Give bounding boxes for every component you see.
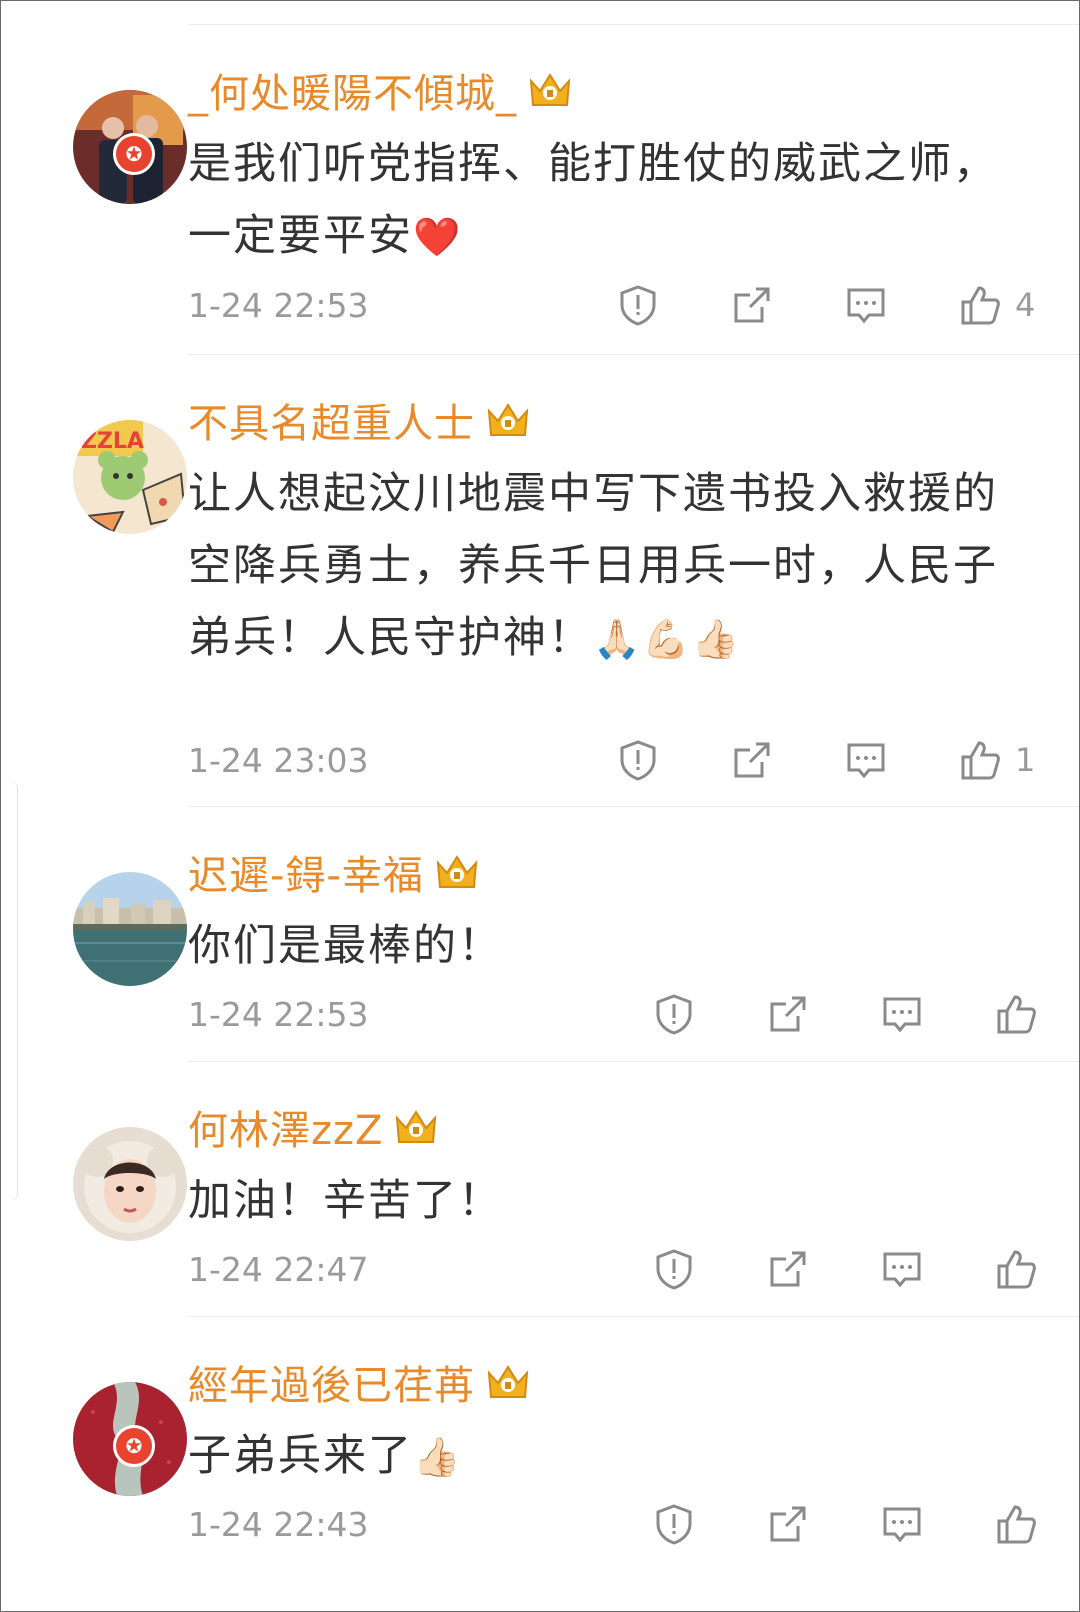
comment-icon[interactable] bbox=[879, 1246, 925, 1292]
comment-icon[interactable] bbox=[843, 737, 889, 783]
thumbs-up-icon[interactable] bbox=[993, 991, 1039, 1037]
crown-icon bbox=[485, 1361, 531, 1403]
timestamp: 1-24 22:53 bbox=[188, 994, 369, 1034]
like-count: 4 bbox=[1015, 286, 1036, 324]
report-icon[interactable] bbox=[651, 991, 697, 1037]
comment-item: 迟遲-鍀-幸福 你们是最棒的！ 1-24 22:53 bbox=[1, 806, 1079, 1061]
verified-badge: ✪ bbox=[113, 133, 155, 175]
share-icon[interactable] bbox=[729, 737, 775, 783]
verified-badge: ✪ bbox=[113, 1425, 155, 1467]
timestamp: 1-24 23:03 bbox=[188, 740, 369, 780]
comment-item: 何林澤zzZ 加油！辛苦了！ 1-24 22:47 bbox=[1, 1061, 1079, 1316]
report-icon[interactable] bbox=[615, 282, 661, 328]
timestamp: 1-24 22:43 bbox=[188, 1504, 369, 1544]
crown-icon bbox=[434, 851, 480, 893]
comment-icon[interactable] bbox=[879, 991, 925, 1037]
crown-icon bbox=[527, 69, 573, 111]
timestamp: 1-24 22:53 bbox=[188, 285, 369, 325]
thumbs-up-icon[interactable] bbox=[993, 1246, 1039, 1292]
share-icon[interactable] bbox=[765, 1246, 811, 1292]
comment-list: ✪ _何处暖陽不傾城_ 是我们听党指挥、能打胜仗的威武之师，一定要平安❤️ 1-… bbox=[0, 0, 1080, 1612]
comment-item: ZZLA 不具名超重人士 让人想起汶川地震中写下遗书投入救援的空降兵勇士，养兵千… bbox=[1, 354, 1079, 806]
heart-emoji: ❤️ bbox=[413, 215, 463, 259]
username[interactable]: _何处暖陽不傾城_ bbox=[188, 61, 517, 119]
report-icon[interactable] bbox=[651, 1246, 697, 1292]
divider bbox=[188, 806, 1079, 807]
comment-text: 你们是最棒的！ bbox=[188, 921, 503, 971]
thumbs-up-emoji: 👍🏻 bbox=[413, 1435, 463, 1479]
thumbs-up-icon[interactable] bbox=[957, 737, 1003, 783]
username[interactable]: 經年過後已荏苒 bbox=[188, 1353, 475, 1411]
comment-icon[interactable] bbox=[843, 282, 889, 328]
comment-text: 让人想起汶川地震中写下遗书投入救援的空降兵勇士，养兵千日用兵一时，人民子弟兵！人… bbox=[188, 469, 998, 663]
crown-icon bbox=[485, 399, 531, 441]
thumbs-up-icon[interactable] bbox=[957, 282, 1003, 328]
comment-text: 加油！辛苦了！ bbox=[188, 1176, 503, 1226]
username[interactable]: 不具名超重人士 bbox=[188, 391, 475, 449]
divider bbox=[188, 1316, 1079, 1317]
svg-text:ZZLA: ZZLA bbox=[81, 429, 144, 454]
avatar[interactable]: ZZLA bbox=[73, 420, 187, 534]
comment-text: 是我们听党指挥、能打胜仗的威武之师，一定要平安❤️ bbox=[188, 139, 998, 261]
divider bbox=[188, 1061, 1079, 1062]
crown-icon bbox=[393, 1106, 439, 1148]
divider bbox=[188, 354, 1079, 355]
divider bbox=[188, 24, 1079, 25]
username[interactable]: 何林澤zzZ bbox=[188, 1098, 383, 1156]
share-icon[interactable] bbox=[765, 991, 811, 1037]
username[interactable]: 迟遲-鍀-幸福 bbox=[188, 843, 424, 901]
comment-icon[interactable] bbox=[879, 1501, 925, 1547]
avatar[interactable] bbox=[73, 1127, 187, 1241]
thumbs-up-icon[interactable] bbox=[993, 1501, 1039, 1547]
like-count: 1 bbox=[1015, 741, 1036, 779]
report-icon[interactable] bbox=[651, 1501, 697, 1547]
share-icon[interactable] bbox=[729, 282, 775, 328]
comment-text: 子弟兵来了👍🏻 bbox=[188, 1431, 463, 1481]
avatar[interactable] bbox=[73, 872, 187, 986]
comment-item: ✪ _何处暖陽不傾城_ 是我们听党指挥、能打胜仗的威武之师，一定要平安❤️ 1-… bbox=[1, 24, 1079, 354]
timestamp: 1-24 22:47 bbox=[188, 1249, 369, 1289]
emoji-group: 🙏🏻💪🏻👍🏻 bbox=[593, 617, 741, 661]
report-icon[interactable] bbox=[615, 737, 661, 783]
comment-item: ✪ 經年過後已荏苒 子弟兵来了👍🏻 1-24 22:43 bbox=[1, 1316, 1079, 1611]
share-icon[interactable] bbox=[765, 1501, 811, 1547]
